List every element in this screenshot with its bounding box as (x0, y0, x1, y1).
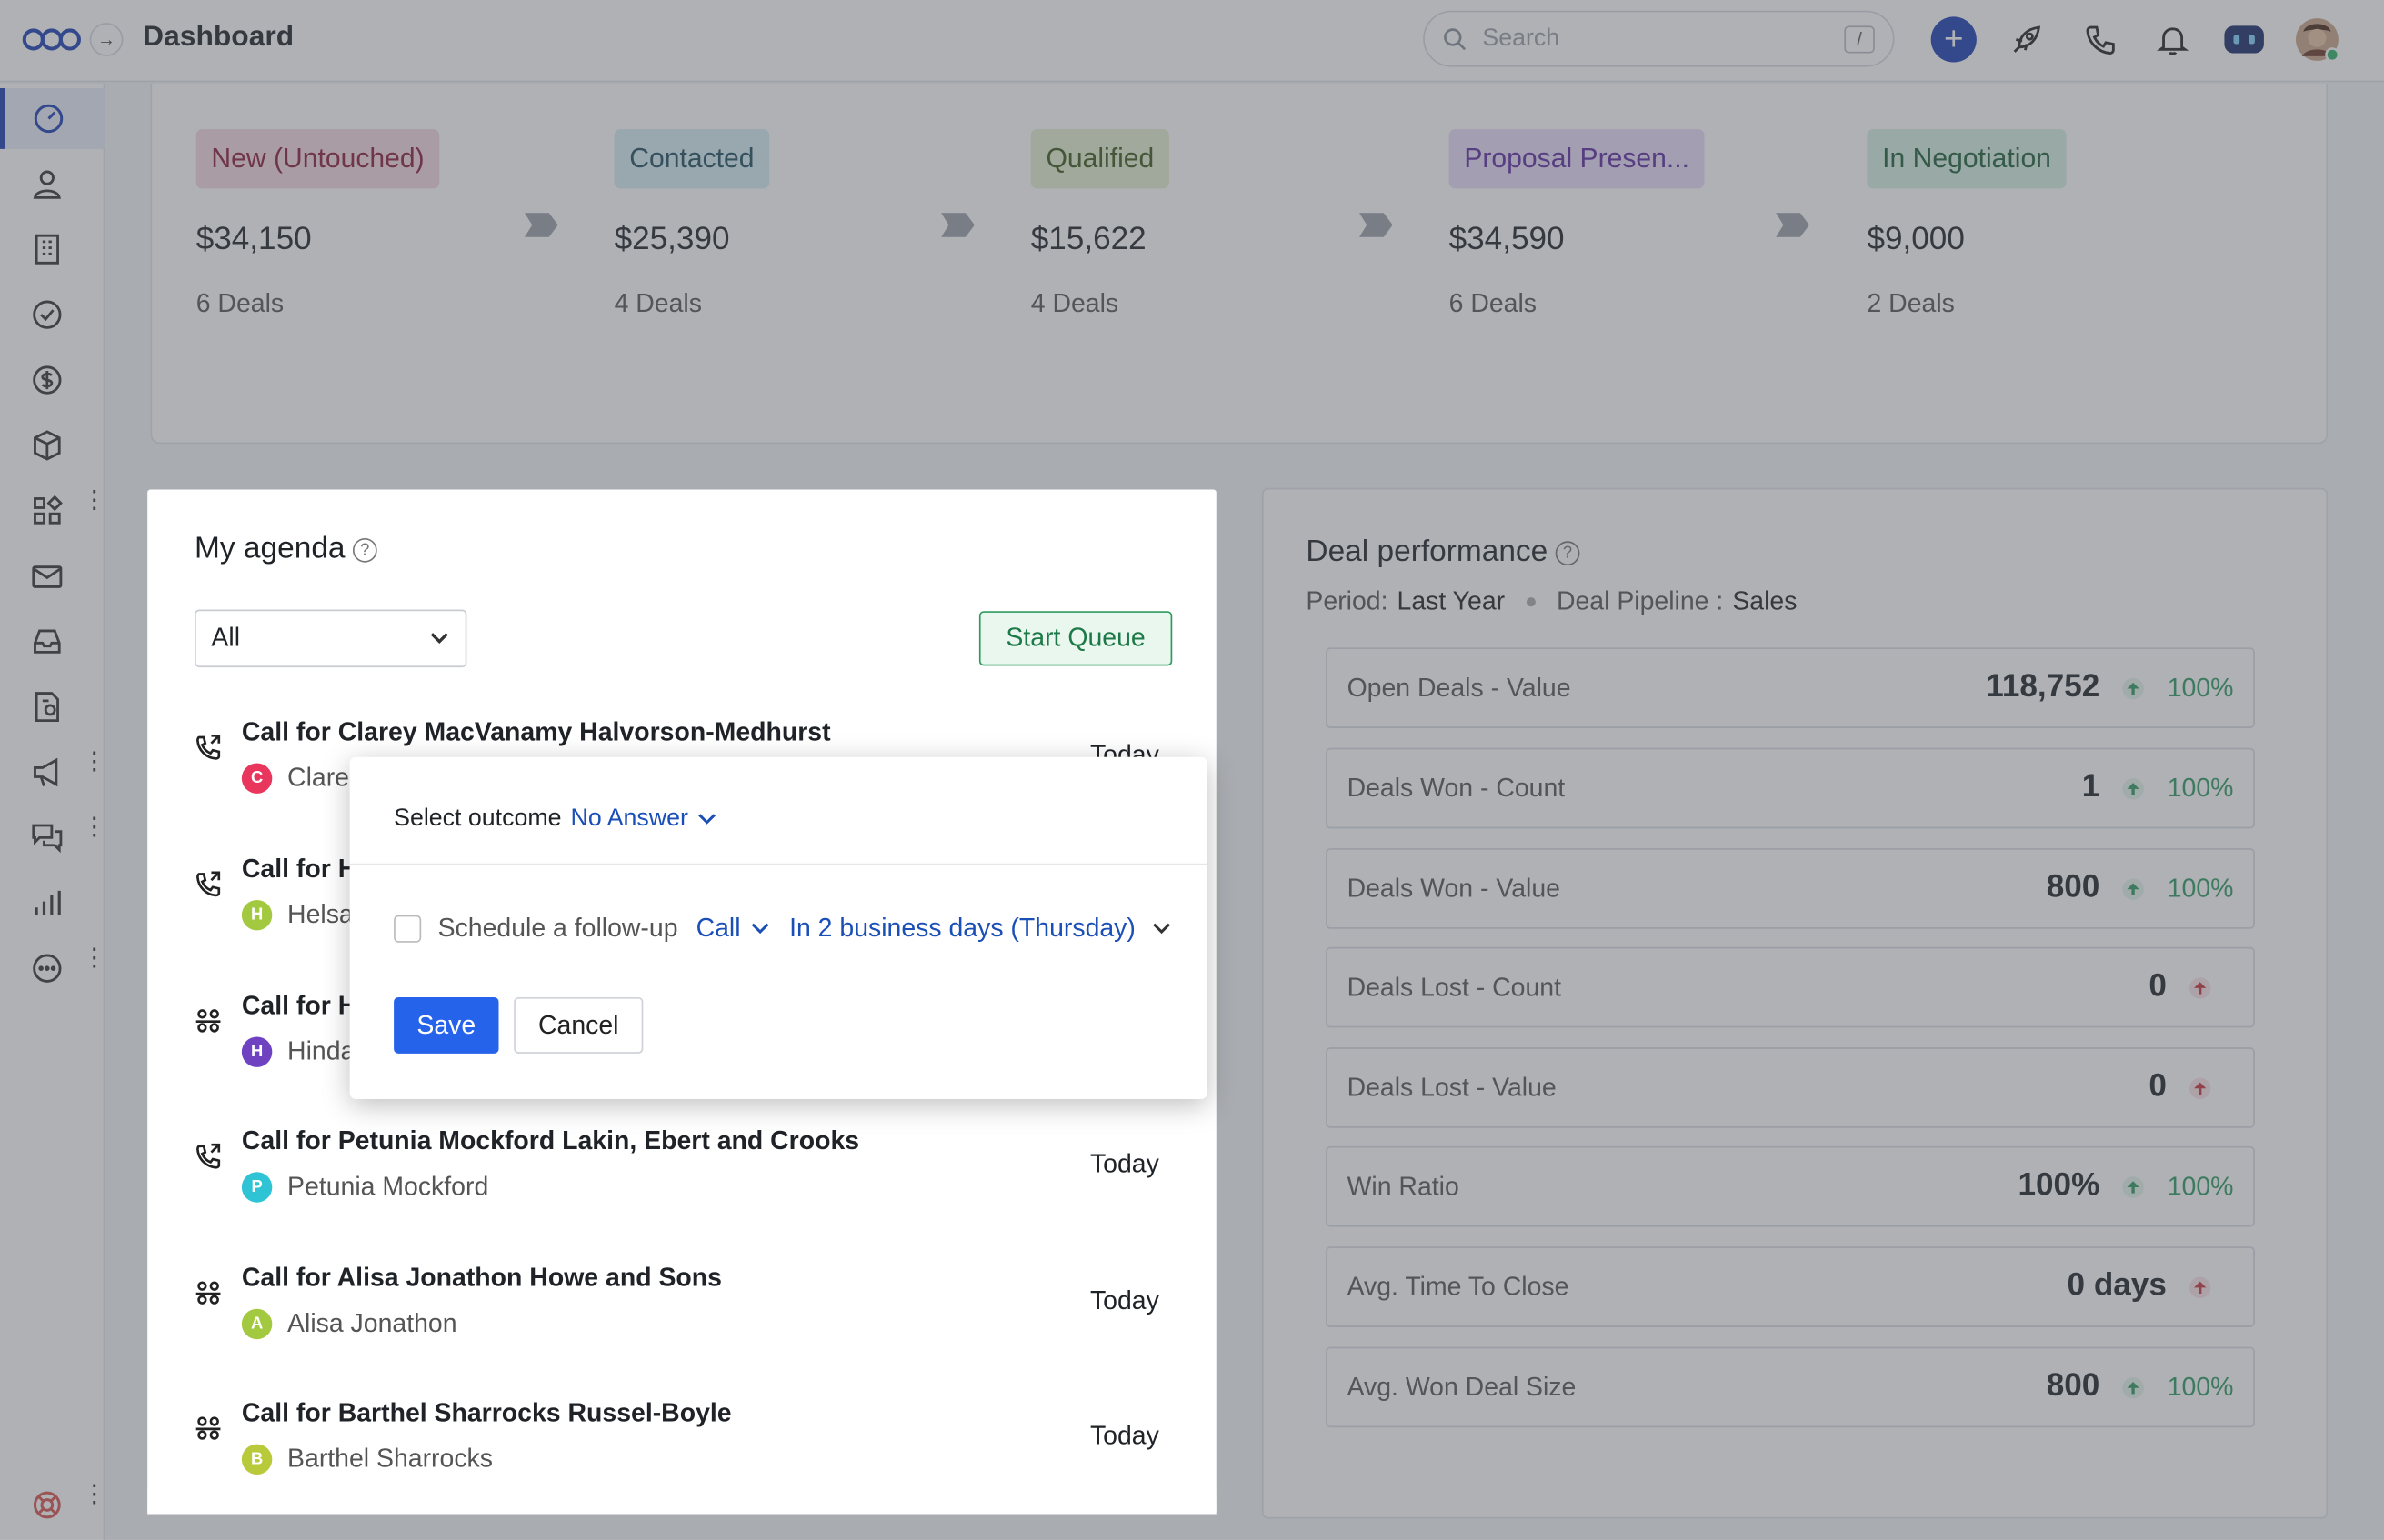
meeting-people-icon (195, 1009, 221, 1033)
outcome-label: Select outcome (394, 805, 562, 832)
agenda-item-title[interactable]: Call for Alisa Jonathon Howe and Sons (242, 1264, 722, 1294)
avatar: B (241, 1444, 273, 1475)
scroll-fade (147, 1482, 1217, 1515)
phone-outgoing-icon (196, 1143, 221, 1169)
agenda-item-contact[interactable]: C Clare (241, 763, 349, 794)
agenda-item-due: Today (1089, 1421, 1159, 1451)
agenda-item-due: Today (1089, 1285, 1159, 1315)
agenda-filter-value: All (211, 623, 241, 653)
divider (349, 863, 1207, 865)
contact-name: Clare (287, 763, 349, 793)
agenda-item-contact[interactable]: H Hinda (241, 1036, 356, 1067)
my-agenda-title: My agenda (195, 532, 346, 566)
contact-name: Helsa (287, 899, 354, 929)
agenda-item-contact[interactable]: H Helsa (241, 899, 354, 931)
followup-type-dropdown[interactable]: Call (696, 914, 741, 944)
agenda-item-title[interactable]: Call for H (242, 855, 356, 885)
contact-name: Alisa Jonathon (287, 1308, 457, 1338)
call-outcome-popover: Select outcome No Answer Schedule a foll… (349, 756, 1207, 1100)
agenda-item[interactable]: Call for Alisa Jonathon Howe and Sons A … (193, 1264, 1166, 1370)
contact-name: Barthel Sharrocks (287, 1444, 494, 1474)
cancel-button[interactable]: Cancel (514, 996, 644, 1054)
followup-label: Schedule a follow-up (437, 913, 678, 943)
agenda-item-title[interactable]: Call for Clarey MacVanamy Halvorson-Medh… (242, 717, 831, 747)
chevron-down-icon[interactable] (751, 923, 769, 935)
help-icon[interactable]: ? (352, 537, 377, 562)
meeting-people-icon (195, 1416, 221, 1440)
avatar: P (241, 1172, 273, 1203)
agenda-filter-select[interactable]: All (195, 609, 467, 668)
card-title: My agenda ? (195, 532, 377, 566)
contact-name: Petunia Mockford (287, 1172, 489, 1202)
meeting-people-icon (195, 1281, 221, 1305)
chevron-down-icon (430, 633, 448, 645)
followup-row: Schedule a follow-up Call In 2 business … (394, 914, 1170, 944)
start-queue-button[interactable]: Start Queue (978, 611, 1173, 666)
phone-outgoing-icon (196, 871, 221, 897)
contact-name: Hinda (287, 1036, 356, 1066)
outcome-dropdown[interactable]: No Answer (571, 805, 688, 833)
phone-outgoing-icon (196, 735, 221, 760)
followup-checkbox[interactable] (394, 915, 422, 943)
agenda-item-contact[interactable]: P Petunia Mockford (241, 1172, 489, 1203)
agenda-item-due: Today (1089, 1149, 1159, 1178)
agenda-item-contact[interactable]: B Barthel Sharrocks (241, 1444, 494, 1475)
avatar: H (241, 899, 273, 931)
agenda-item-title[interactable]: Call for Petunia Mockford Lakin, Ebert a… (242, 1126, 859, 1156)
agenda-item-title[interactable]: Call for Barthel Sharrocks Russel-Boyle (242, 1398, 732, 1428)
avatar: C (241, 763, 273, 794)
avatar: A (241, 1308, 273, 1340)
chevron-down-icon[interactable] (697, 814, 716, 825)
agenda-item-contact[interactable]: A Alisa Jonathon (241, 1308, 457, 1340)
followup-date-dropdown[interactable]: In 2 business days (Thursday) (789, 914, 1136, 944)
agenda-item[interactable]: Call for Petunia Mockford Lakin, Ebert a… (193, 1126, 1166, 1233)
agenda-item-title[interactable]: Call for H (242, 991, 356, 1021)
outcome-row: Select outcome No Answer (394, 805, 716, 833)
chevron-down-icon[interactable] (1152, 923, 1170, 935)
save-button[interactable]: Save (394, 996, 499, 1054)
avatar: H (241, 1036, 273, 1067)
